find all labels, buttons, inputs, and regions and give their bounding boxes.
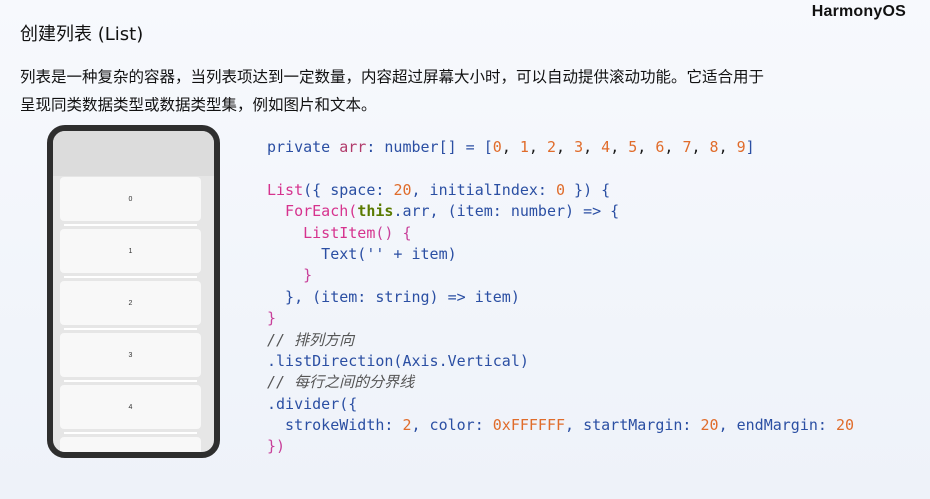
list-item[interactable]: 4 [60, 385, 201, 429]
list-divider [64, 276, 197, 278]
phone-status-area [53, 131, 214, 176]
code-line-5: ListItem() { [267, 223, 412, 242]
code-line-13: .divider({ [267, 394, 358, 413]
code-line-6: Text('' + item) [267, 244, 457, 263]
phone-mockup: 0 1 2 3 4 [47, 125, 220, 458]
list-item[interactable]: 0 [60, 177, 201, 221]
page-title: 创建列表 (List) [20, 24, 144, 45]
list-item-partial [60, 437, 201, 452]
code-line-15: }) [267, 437, 286, 456]
list-item[interactable]: 1 [60, 229, 201, 273]
list-divider [64, 380, 197, 382]
description-line-2: 呈现同类数据类型或数据类型集，例如图片和文本。 [20, 96, 377, 114]
harmonyos-logo: HarmonyOS [811, 3, 906, 20]
code-line-1: private arr: number[] = [0, 1, 2, 3, 4, … [267, 138, 755, 156]
list-divider [64, 224, 197, 226]
code-line-7: } [267, 266, 313, 285]
list-divider [64, 328, 197, 330]
code-line-4: ForEach(this.arr, (item: number) => { [267, 202, 620, 221]
phone-list[interactable]: 0 1 2 3 4 [60, 177, 201, 452]
code-line-9: } [267, 309, 277, 328]
list-item[interactable]: 2 [60, 281, 201, 325]
code-line-3: List({ space: 20, initialIndex: 0 }) { [267, 180, 611, 199]
list-item[interactable]: 3 [60, 333, 201, 377]
code-line-11: .listDirection(Axis.Vertical) [267, 351, 529, 370]
code-block: private arr: number[] = [0, 1, 2, 3, 4, … [267, 137, 854, 458]
description-line-1: 列表是一种复杂的容器，当列表项达到一定数量，内容超过屏幕大小时，可以自动提供滚动… [20, 68, 765, 86]
code-line-10: // 排列方向 [267, 330, 355, 349]
description: 列表是一种复杂的容器，当列表项达到一定数量，内容超过屏幕大小时，可以自动提供滚动… [20, 63, 900, 119]
list-divider [64, 432, 197, 434]
code-line-14: strokeWidth: 2, color: 0xFFFFFF, startMa… [267, 416, 855, 435]
code-line-8: }, (item: string) => item) [267, 287, 520, 306]
code-line-12: // 每行之间的分界线 [267, 373, 415, 392]
